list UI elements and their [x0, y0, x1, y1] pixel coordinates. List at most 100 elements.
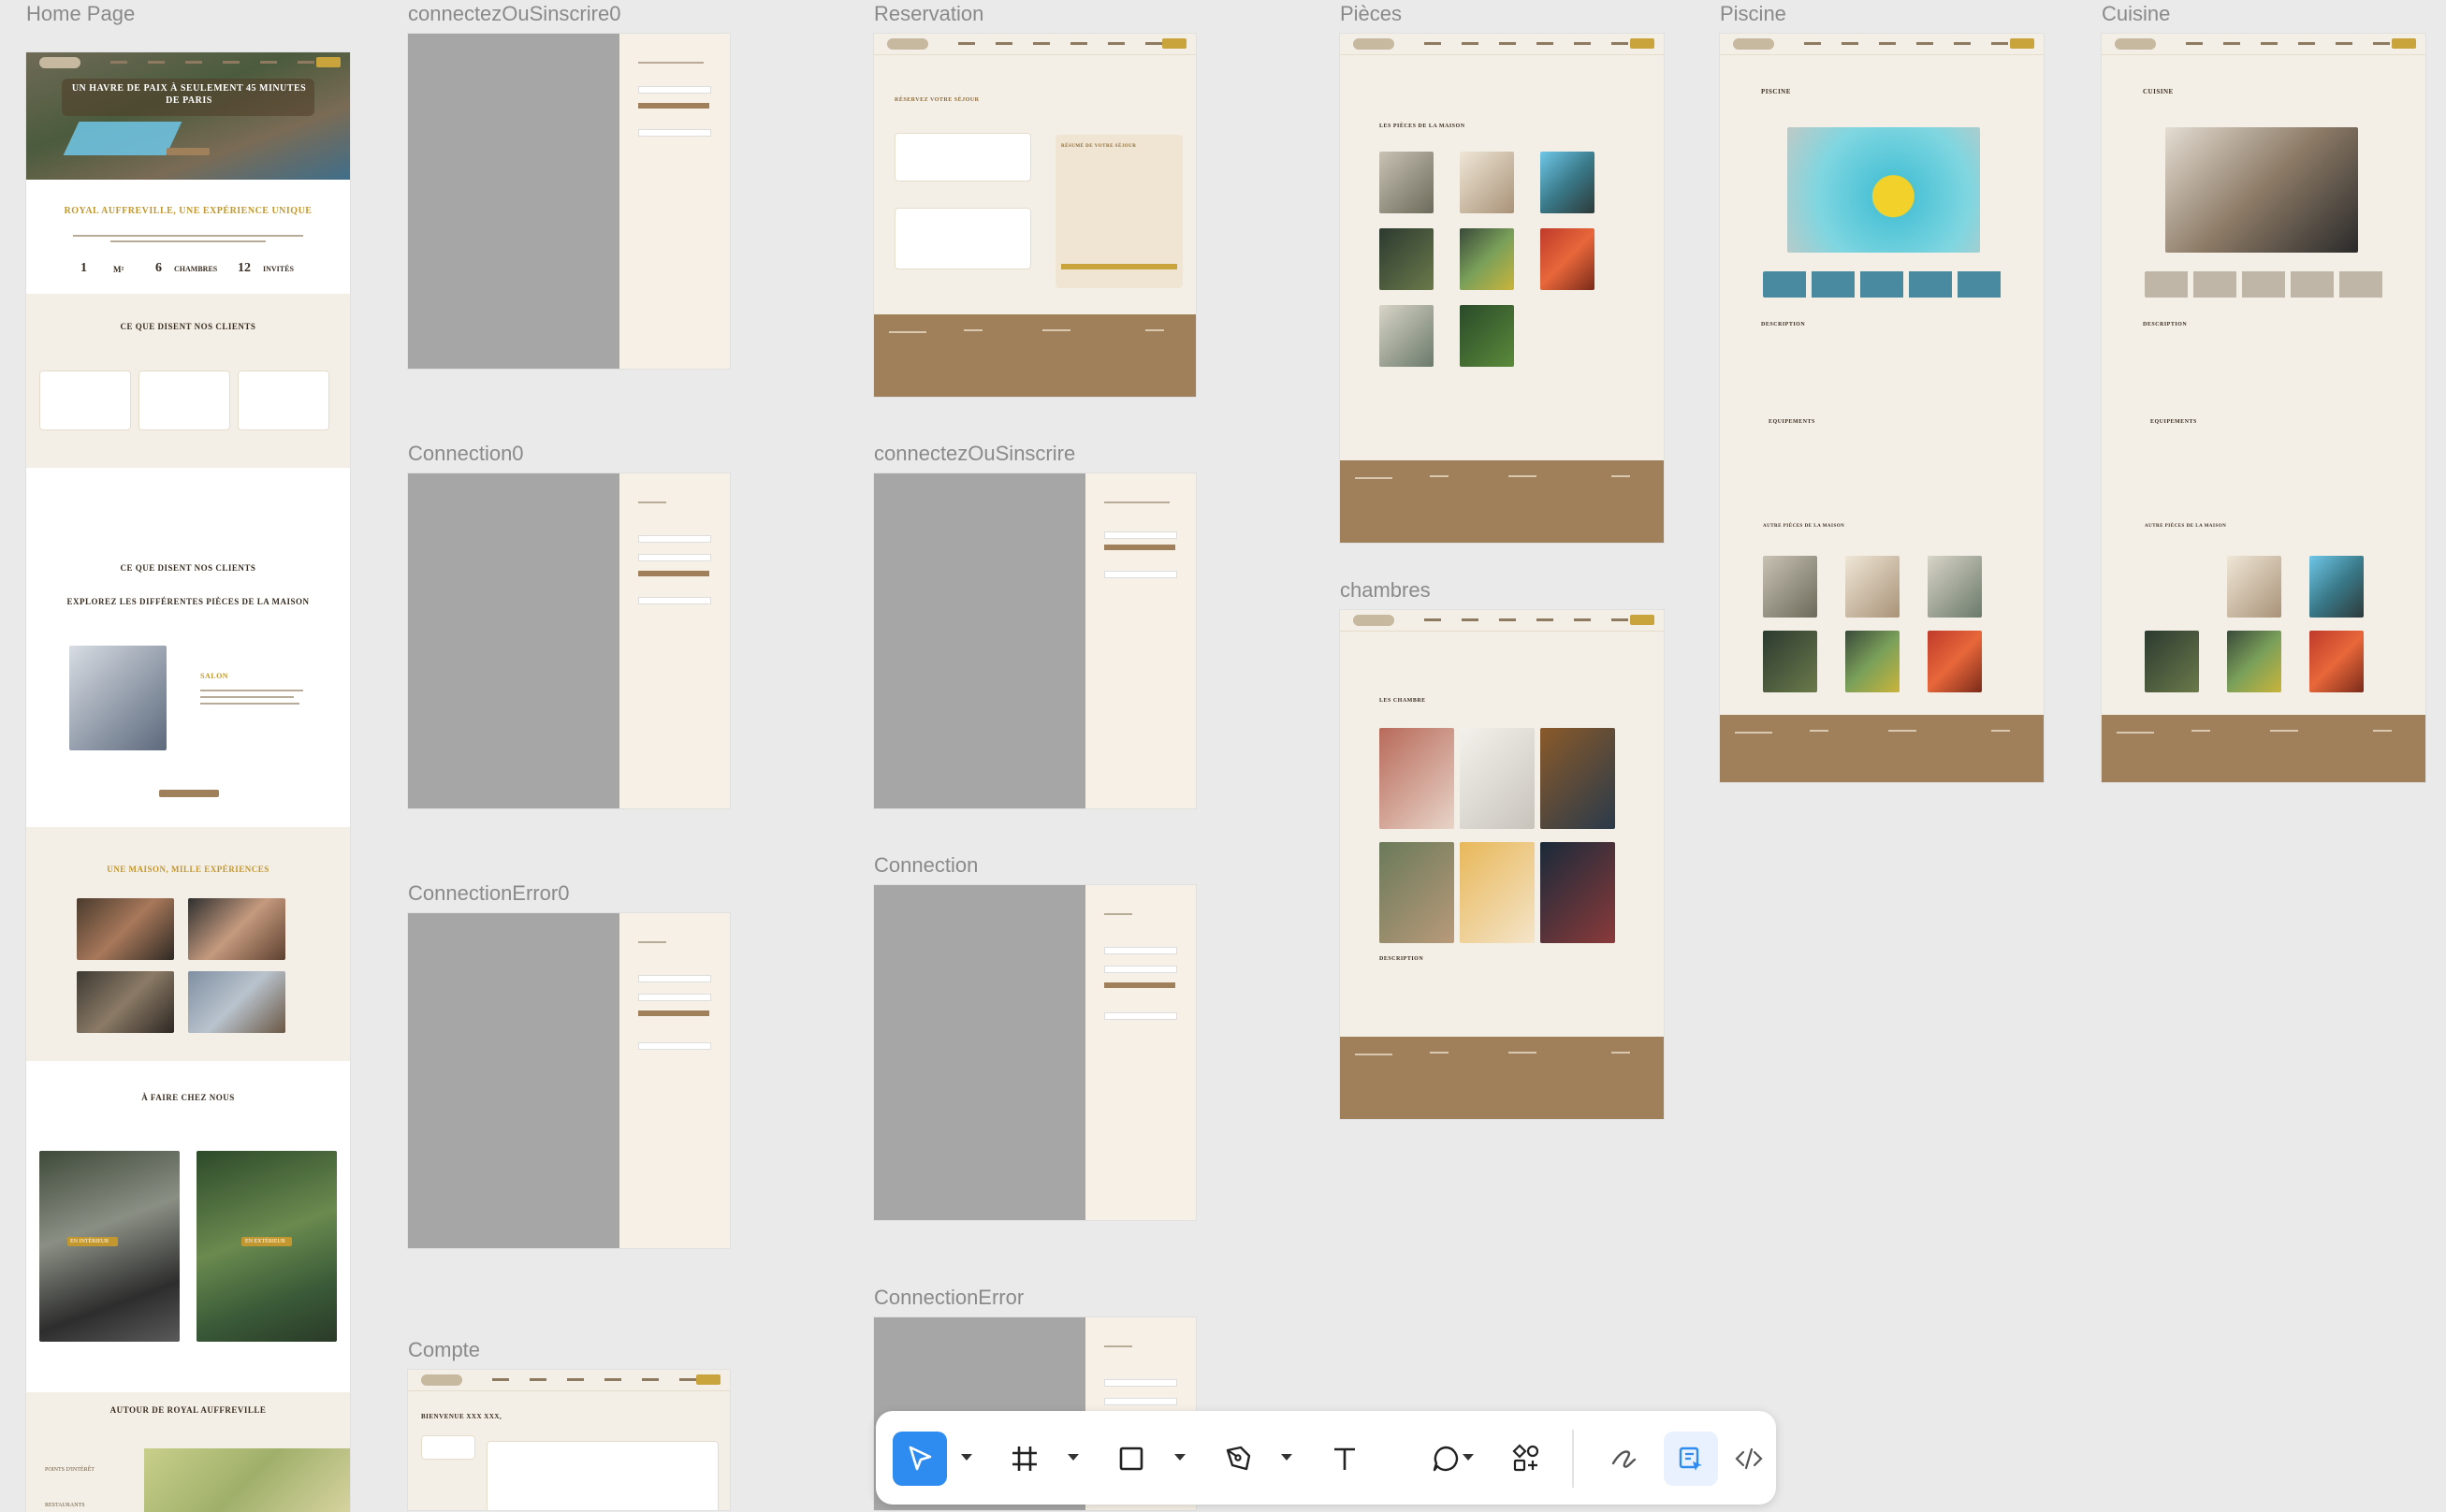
- dates-card[interactable]: [895, 133, 1031, 182]
- nav-links[interactable]: [1804, 42, 2010, 45]
- nav-links[interactable]: [2186, 42, 2392, 45]
- hero-button[interactable]: [167, 148, 210, 155]
- frame-label-pieces[interactable]: Pièces: [1340, 2, 1402, 26]
- pay-button[interactable]: [1061, 264, 1177, 269]
- email-field[interactable]: [1104, 947, 1177, 954]
- frame-label-compte[interactable]: Compte: [408, 1338, 480, 1362]
- login-button[interactable]: [638, 1010, 709, 1016]
- password-field[interactable]: [1104, 966, 1177, 973]
- nav-cta-button[interactable]: [696, 1374, 721, 1385]
- room-thumb[interactable]: [1763, 556, 1817, 618]
- draw-mode-button[interactable]: [1596, 1432, 1651, 1486]
- google-button[interactable]: [638, 597, 711, 604]
- frame-piscine[interactable]: Piscine Description Equipements Autre pi…: [1720, 34, 2044, 782]
- frame-compte[interactable]: Bienvenue XXX XXX,: [408, 1370, 730, 1510]
- nav-cta-button[interactable]: [1162, 38, 1187, 49]
- room-thumb[interactable]: [1540, 152, 1594, 213]
- frame-label-reservation[interactable]: Reservation: [874, 2, 983, 26]
- email-field[interactable]: [1104, 531, 1177, 539]
- frame-label-connectez0[interactable]: connectezOuSinscrire0: [408, 2, 620, 26]
- explore-button[interactable]: [159, 790, 219, 797]
- bedroom-photo[interactable]: [1540, 842, 1615, 943]
- frame-pieces[interactable]: Les pièces de la maison: [1340, 34, 1664, 543]
- email-field[interactable]: [638, 535, 711, 543]
- room-thumb[interactable]: [1845, 556, 1900, 618]
- logo[interactable]: [421, 1374, 462, 1386]
- room-thumb[interactable]: [1845, 631, 1900, 692]
- login-button[interactable]: [1104, 982, 1175, 988]
- frame-cuisine[interactable]: Cuisine Description Equipements Autre pi…: [2102, 34, 2425, 782]
- frame-connectez0[interactable]: [408, 34, 730, 369]
- password-field[interactable]: [638, 994, 711, 1001]
- rectangle-tool-button[interactable]: [1104, 1432, 1158, 1486]
- continue-button[interactable]: [1104, 545, 1175, 550]
- map-thumbnail[interactable]: [144, 1448, 350, 1512]
- nav-cta-button[interactable]: [1630, 38, 1654, 49]
- nav-links[interactable]: [958, 42, 1164, 45]
- nav-cta-button[interactable]: [2010, 38, 2034, 49]
- actions-tool-button[interactable]: [1499, 1432, 1553, 1486]
- room-thumb[interactable]: [1460, 305, 1514, 367]
- room-thumb[interactable]: [2227, 631, 2281, 692]
- room-thumb[interactable]: [1379, 305, 1434, 367]
- bedroom-photo[interactable]: [1540, 728, 1615, 829]
- google-button[interactable]: [1104, 1012, 1177, 1020]
- continue-button[interactable]: [638, 103, 709, 109]
- login-button[interactable]: [638, 571, 709, 576]
- logo[interactable]: [1353, 615, 1394, 626]
- frame-label-connection[interactable]: Connection: [874, 853, 978, 878]
- photo-strip[interactable]: [1763, 271, 2002, 298]
- room-thumb[interactable]: [1379, 228, 1434, 290]
- nav-links[interactable]: [1424, 618, 1630, 621]
- bedroom-photo[interactable]: [1460, 842, 1535, 943]
- frame-tool-button[interactable]: [997, 1432, 1052, 1486]
- dev-mode-button[interactable]: [1722, 1432, 1776, 1486]
- frame-label-connectez[interactable]: connectezOuSinscrire: [874, 442, 1075, 466]
- room-thumb[interactable]: [2309, 631, 2364, 692]
- room-thumb[interactable]: [1928, 556, 1982, 618]
- room-thumb[interactable]: [1540, 228, 1594, 290]
- frame-connectez[interactable]: [874, 473, 1196, 808]
- frame-label-connection-error[interactable]: ConnectionError: [874, 1286, 1024, 1310]
- nav-cta-button[interactable]: [316, 57, 341, 67]
- frame-connection-error0[interactable]: [408, 913, 730, 1248]
- nav-cta-button[interactable]: [1630, 615, 1654, 625]
- pen-tool-button[interactable]: [1211, 1432, 1265, 1486]
- text-tool-button[interactable]: [1318, 1432, 1372, 1486]
- account-menu[interactable]: [421, 1435, 475, 1460]
- nav-cta-button[interactable]: [2392, 38, 2416, 49]
- design-mode-button[interactable]: [1664, 1432, 1718, 1486]
- room-thumb[interactable]: [1928, 631, 1982, 692]
- around-item-poi[interactable]: Points d'intérêt: [45, 1467, 95, 1473]
- room-thumb[interactable]: [2145, 631, 2199, 692]
- frame-label-cuisine[interactable]: Cuisine: [2102, 2, 2170, 26]
- frame-tool-caret-icon[interactable]: [1068, 1454, 1079, 1461]
- move-tool-button[interactable]: [893, 1432, 947, 1486]
- bedroom-photo[interactable]: [1379, 842, 1454, 943]
- pen-tool-caret-icon[interactable]: [1281, 1454, 1292, 1461]
- frame-connection0[interactable]: [408, 473, 730, 808]
- room-thumb[interactable]: [1379, 152, 1434, 213]
- frame-label-connection0[interactable]: Connection0: [408, 442, 524, 466]
- logo[interactable]: [1353, 38, 1394, 50]
- google-button[interactable]: [1104, 571, 1177, 578]
- frame-chambres[interactable]: Les chambre Description: [1340, 610, 1664, 1119]
- password-field[interactable]: [1104, 1398, 1177, 1405]
- nav-links[interactable]: [492, 1378, 698, 1381]
- around-item-restaurants[interactable]: Restaurants: [45, 1503, 85, 1508]
- logo[interactable]: [887, 38, 928, 50]
- room-thumb[interactable]: [1763, 631, 1817, 692]
- room-thumb[interactable]: [2309, 556, 2364, 618]
- rectangle-tool-caret-icon[interactable]: [1174, 1454, 1186, 1461]
- frame-connection[interactable]: [874, 885, 1196, 1220]
- payment-card[interactable]: [895, 208, 1031, 269]
- google-button[interactable]: [638, 1042, 711, 1050]
- frame-home-page[interactable]: Un havre de paix à seulement 45 minutes …: [26, 52, 350, 1512]
- room-thumb[interactable]: [1460, 228, 1514, 290]
- nav-links[interactable]: [1424, 42, 1630, 45]
- logo[interactable]: [2115, 38, 2156, 50]
- email-field[interactable]: [638, 975, 711, 982]
- nav-links[interactable]: [110, 61, 316, 64]
- room-thumb[interactable]: [1460, 152, 1514, 213]
- password-field[interactable]: [638, 554, 711, 561]
